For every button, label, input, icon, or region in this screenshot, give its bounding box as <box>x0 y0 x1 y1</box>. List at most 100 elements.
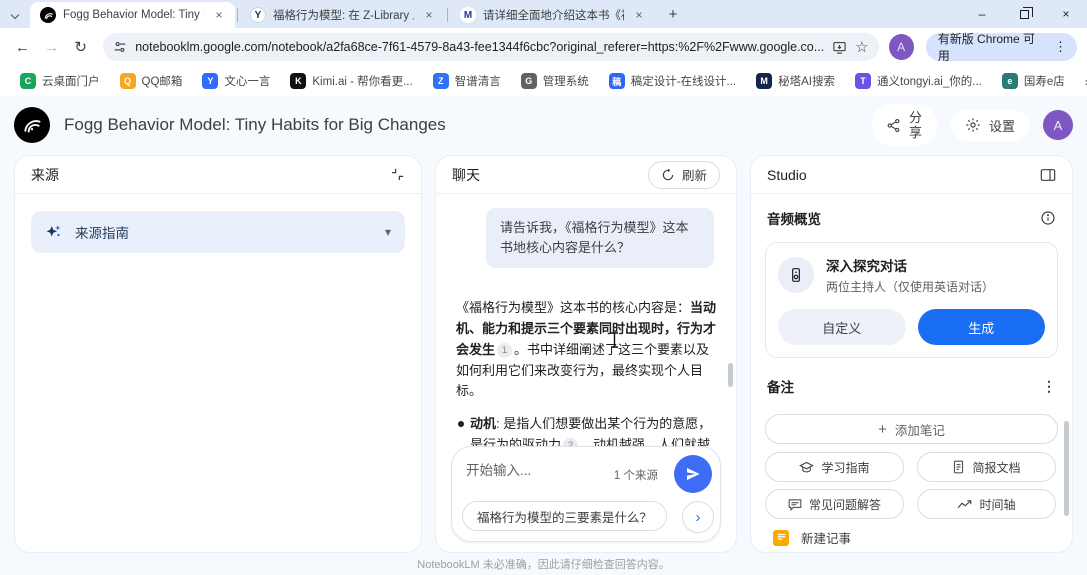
app-header-actions: 分享 设置 A <box>872 104 1073 146</box>
timeline-button[interactable]: 时间轴 <box>917 489 1056 519</box>
forward-button[interactable]: → <box>39 34 64 60</box>
timeline-icon <box>957 499 972 510</box>
restore-button[interactable] <box>1003 0 1045 28</box>
close-icon[interactable]: × <box>421 7 437 23</box>
chat-input[interactable] <box>466 463 586 478</box>
bookmark-label: 通义tongyi.ai_你的... <box>877 73 982 89</box>
notes-header: 备注 ⋮ <box>751 358 1072 404</box>
chat-messages[interactable]: 请告诉我，《福格行为模型》这本书地核心内容是什么？ 《福格行为模型》这本书的核心… <box>436 195 736 446</box>
bookmark-item[interactable]: QQQ邮箱 <box>112 70 191 92</box>
chrome-update-label: 有新版 Chrome 可用 <box>938 30 1042 64</box>
timeline-label: 时间轴 <box>979 496 1015 513</box>
bookmark-item[interactable]: Z智谱清言 <box>425 70 509 92</box>
new-note-label: 新建记事 <box>801 528 851 547</box>
new-tab-button[interactable]: + <box>661 2 685 26</box>
notes-menu-icon[interactable]: ⋮ <box>1042 378 1056 395</box>
chat-panel: 聊天 刷新 请告诉我，《福格行为模型》这本书地核心内容是什么？ 《福格行为模型》… <box>435 155 737 553</box>
faq-button[interactable]: 常见问题解答 <box>765 489 904 519</box>
bookmark-favicon-icon: M <box>756 73 772 89</box>
collapse-panel-icon[interactable] <box>390 167 405 182</box>
browser-window: Fogg Behavior Model: Tiny H × Y 福格行为模型: … <box>0 0 1087 575</box>
restore-icon <box>1020 10 1029 19</box>
chrome-update-chip[interactable]: 有新版 Chrome 可用 ⋮ <box>926 33 1077 61</box>
chrome-profile-avatar[interactable]: A <box>889 34 914 60</box>
add-note-button[interactable]: + 添加笔记 <box>765 414 1058 444</box>
notebook-title[interactable]: Fogg Behavior Model: Tiny Habits for Big… <box>64 115 446 135</box>
tab-title: Fogg Behavior Model: Tiny H <box>63 9 204 21</box>
chevron-down-icon[interactable]: ▾ <box>385 225 391 239</box>
bookmark-item[interactable]: Y文心一言 <box>194 70 278 92</box>
site-info-icon[interactable] <box>113 40 127 54</box>
notes-title: 备注 <box>767 376 794 396</box>
bookmark-item[interactable]: KKimi.ai - 帮你看更... <box>282 70 420 92</box>
tab-notebooklm[interactable]: Fogg Behavior Model: Tiny H × <box>30 2 235 28</box>
source-guide-label: 来源指南 <box>75 222 129 242</box>
notebooklm-app: Fogg Behavior Model: Tiny Habits for Big… <box>0 96 1087 575</box>
close-icon[interactable]: × <box>631 7 647 23</box>
audio-overview-card: 深入探究对话 两位主持人（仅使用英语对话） 自定义 生成 <box>765 242 1058 358</box>
refresh-icon <box>661 168 675 182</box>
citation-badge[interactable]: 2 <box>563 438 578 446</box>
bookmark-favicon-icon: T <box>855 73 871 89</box>
next-suggestion-button[interactable]: › <box>682 501 714 533</box>
account-avatar[interactable]: A <box>1043 110 1073 140</box>
faq-label: 常见问题解答 <box>809 496 881 513</box>
bookmarks-overflow-icon[interactable]: » <box>1077 74 1087 89</box>
send-button[interactable] <box>674 455 712 493</box>
document-icon <box>952 460 965 474</box>
studio-panel: Studio 音频概览 深入探究对话 两位主持人（仅使用英语对话） <box>750 155 1073 553</box>
tab-title: 请详细全面地介绍这本书《福格 <box>483 7 624 23</box>
bookmark-favicon-icon: K <box>290 73 306 89</box>
gear-icon <box>965 117 981 133</box>
settings-button[interactable]: 设置 <box>951 110 1029 141</box>
bookmark-favicon-icon: G <box>521 73 537 89</box>
bookmark-item[interactable]: T 通义tongyi.ai_你的... <box>847 70 990 92</box>
metaso-favicon-icon: M <box>460 7 476 23</box>
suggested-question-chip[interactable]: 福格行为模型的三要素是什么？ <box>462 501 667 531</box>
zlibrary-favicon-icon: Y <box>250 7 266 23</box>
sources-panel: 来源 来源指南 ▾ <box>14 155 422 553</box>
bookmark-item[interactable]: M 秘塔AI搜索 <box>748 70 843 92</box>
split-panel-icon[interactable] <box>1040 168 1056 182</box>
tab-zlibrary[interactable]: Y 福格行为模型: 在 Z-Library 上 × <box>240 2 445 28</box>
bookmark-item[interactable]: C云桌面门户 <box>12 70 108 92</box>
studio-panel-header: Studio <box>751 156 1072 194</box>
bookmark-label: 秘塔AI搜索 <box>778 73 835 89</box>
bookmark-favicon-icon: Y <box>202 73 218 89</box>
window-controls: – × <box>961 0 1087 28</box>
share-label: 分享 <box>909 110 923 140</box>
tab-search-icon[interactable] <box>0 4 30 28</box>
info-icon[interactable] <box>1040 210 1056 226</box>
bookmark-item[interactable]: e国寿e店 <box>994 70 1073 92</box>
customize-button[interactable]: 自定义 <box>778 309 906 345</box>
chat-input-card: 1 个来源 福格行为模型的三要素是什么？ › <box>451 446 721 542</box>
chat-scrollbar[interactable] <box>728 363 733 387</box>
bookmark-item[interactable]: G管理系统 <box>513 70 597 92</box>
minimize-button[interactable]: – <box>961 0 1003 28</box>
share-button[interactable]: 分享 <box>872 104 937 146</box>
notebooklm-logo-icon[interactable] <box>14 107 50 143</box>
tab-metaso[interactable]: M 请详细全面地介绍这本书《福格 × <box>450 2 655 28</box>
chat-panel-header: 聊天 刷新 <box>436 156 736 194</box>
address-bar[interactable]: notebooklm.google.com/notebook/a2fa68ce-… <box>103 33 878 61</box>
citation-badge[interactable]: 1 <box>497 343 512 358</box>
close-window-button[interactable]: × <box>1045 0 1087 28</box>
new-note-item[interactable]: 新建记事 <box>773 528 1058 547</box>
url-text[interactable]: notebooklm.google.com/notebook/a2fa68ce-… <box>135 40 824 54</box>
tab-separator <box>237 8 238 22</box>
reload-button[interactable]: ↻ <box>68 34 93 60</box>
refresh-chat-button[interactable]: 刷新 <box>648 161 720 189</box>
studio-scrollbar[interactable] <box>1064 421 1069 516</box>
bookmark-star-icon[interactable]: ☆ <box>855 38 868 56</box>
close-icon[interactable]: × <box>211 7 227 23</box>
source-guide-item[interactable]: 来源指南 ▾ <box>31 211 405 253</box>
back-button[interactable]: ← <box>10 34 35 60</box>
refresh-label: 刷新 <box>682 165 707 184</box>
install-app-icon[interactable] <box>832 40 847 55</box>
bookmark-item[interactable]: 稿稿定设计-在线设计... <box>601 70 744 92</box>
briefing-doc-button[interactable]: 简报文档 <box>917 452 1056 482</box>
generate-button[interactable]: 生成 <box>918 309 1046 345</box>
study-guide-button[interactable]: 学习指南 <box>765 452 904 482</box>
browser-menu-icon[interactable]: ⋮ <box>1050 39 1071 55</box>
answer-bullet: 动机: 是指人们想要做出某个行为的意愿，是行为的驱动力2。动机越强，人们就越有可… <box>456 414 722 446</box>
